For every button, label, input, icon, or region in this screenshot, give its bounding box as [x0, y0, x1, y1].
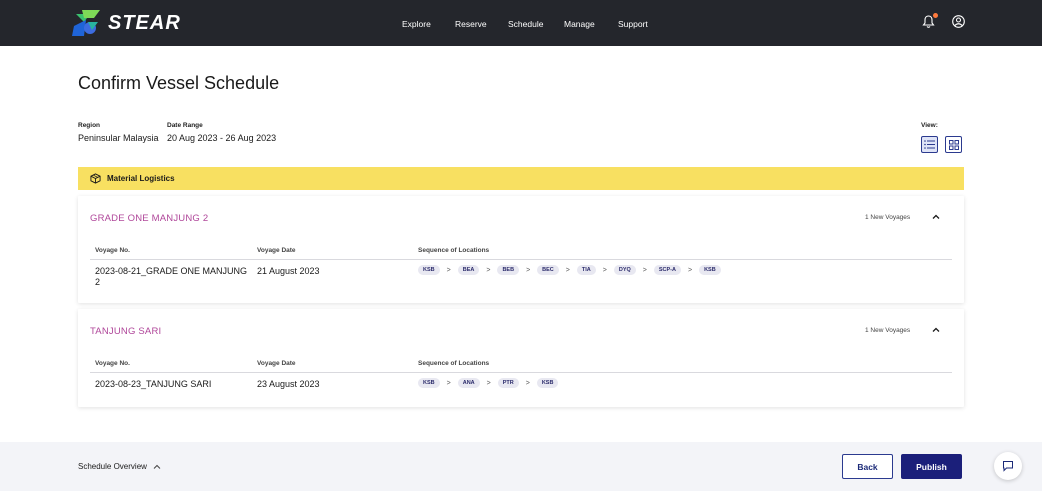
vessel-card: GRADE ONE MANJUNG 2 1 New Voyages Voyage…	[78, 196, 964, 303]
sequence-header: Sequence of Locations	[418, 247, 490, 254]
location-chip: TIA	[576, 265, 596, 275]
table-divider	[90, 259, 952, 260]
location-chip: DYQ	[613, 265, 636, 275]
stear-logo-mark-icon	[72, 10, 100, 36]
grid-icon	[948, 139, 959, 150]
sequence-separator: >	[602, 266, 607, 274]
nav-explore[interactable]: Explore	[402, 19, 431, 29]
package-icon	[90, 173, 101, 184]
table-divider	[90, 372, 952, 373]
schedule-overview-label: Schedule Overview	[78, 462, 147, 471]
location-chip: BEB	[497, 265, 520, 275]
category-label: Material Logistics	[107, 174, 175, 183]
page-title: Confirm Vessel Schedule	[78, 73, 280, 93]
location-sequence: KSB > BEA > BEB > BEC > TIA > DYQ > SCP-A > KSB	[418, 265, 721, 275]
nav-reserve[interactable]: Reserve	[455, 19, 487, 29]
sequence-separator: >	[446, 379, 451, 387]
publish-button[interactable]: Publish	[901, 454, 962, 479]
voyage-no-header: Voyage No.	[95, 360, 130, 367]
sequence-separator: >	[642, 266, 647, 274]
location-chip: KSB	[699, 265, 721, 275]
chevron-up-icon	[153, 464, 161, 469]
voyage-no: 2023-08-21_GRADE ONE MANJUNG 2	[95, 266, 248, 287]
region-value: Peninsular Malaysia	[78, 133, 159, 143]
nav-schedule[interactable]: Schedule	[508, 19, 543, 29]
sequence-separator: >	[687, 266, 693, 274]
voyage-date: 21 August 2023	[257, 266, 320, 276]
voyage-count: 1 New Voyages	[865, 214, 911, 221]
location-chip: KSB	[418, 265, 440, 275]
nav-manage[interactable]: Manage	[564, 19, 595, 29]
voyage-no-header: Voyage No.	[95, 247, 130, 254]
nav-support[interactable]: Support	[618, 19, 648, 29]
location-chip: BEC	[537, 265, 559, 275]
notification-badge	[933, 13, 938, 18]
sequence-separator: >	[486, 266, 491, 274]
category-header: Material Logistics	[78, 167, 964, 190]
list-view-button[interactable]	[921, 136, 938, 153]
grid-view-button[interactable]	[945, 136, 962, 153]
stear-logo[interactable]: STEAR	[70, 8, 181, 38]
profile-button[interactable]	[952, 15, 966, 29]
sequence-separator: >	[525, 379, 530, 387]
voyage-date: 23 August 2023	[257, 379, 320, 389]
brand-name: STEAR	[108, 11, 181, 34]
chevron-up-icon[interactable]	[931, 212, 941, 222]
location-chip: PTR	[497, 378, 519, 388]
voyage-count: 1 New Voyages	[865, 327, 911, 334]
voyage-no: 2023-08-23_TANJUNG SARI	[95, 379, 212, 389]
location-chip: ANA	[457, 378, 480, 388]
region-label: Region	[78, 122, 101, 129]
vessel-card: TANJUNG SARI 1 New Voyages Voyage No. Vo…	[78, 309, 964, 407]
location-sequence: KSB > ANA > PTR > KSB	[418, 378, 559, 388]
notifications-button[interactable]	[922, 13, 938, 29]
location-chip: BEA	[457, 265, 480, 275]
chat-button[interactable]	[994, 452, 1022, 480]
voyage-date-header: Voyage Date	[257, 247, 296, 254]
list-icon	[924, 140, 935, 149]
chat-icon	[1003, 461, 1013, 472]
back-button[interactable]: Back	[842, 454, 893, 479]
sequence-separator: >	[486, 379, 491, 387]
footer-bar: Schedule Overview Back Publish	[0, 442, 1042, 491]
location-chip: KSB	[536, 378, 559, 388]
schedule-overview-toggle[interactable]: Schedule Overview	[78, 462, 161, 471]
main-content: Confirm Vessel Schedule Region Peninsula…	[0, 46, 1042, 442]
date-range-value: 20 Aug 2023 - 26 Aug 2023	[167, 133, 277, 143]
voyage-date-header: Voyage Date	[257, 360, 296, 367]
chevron-up-icon[interactable]	[931, 325, 941, 335]
vessel-name: TANJUNG SARI	[90, 326, 162, 337]
sequence-separator: >	[565, 266, 570, 274]
user-circle-icon	[952, 15, 965, 28]
view-label: View:	[921, 122, 938, 129]
location-chip: SCP-A	[653, 265, 681, 275]
top-navbar: STEAR Explore Reserve Schedule Manage Su…	[0, 0, 1042, 46]
date-range-label: Date Range	[167, 122, 203, 129]
sequence-separator: >	[526, 266, 531, 274]
sequence-separator: >	[446, 266, 451, 274]
sequence-header: Sequence of Locations	[418, 360, 490, 367]
location-chip: KSB	[418, 378, 440, 388]
vessel-name: GRADE ONE MANJUNG 2	[90, 213, 209, 224]
